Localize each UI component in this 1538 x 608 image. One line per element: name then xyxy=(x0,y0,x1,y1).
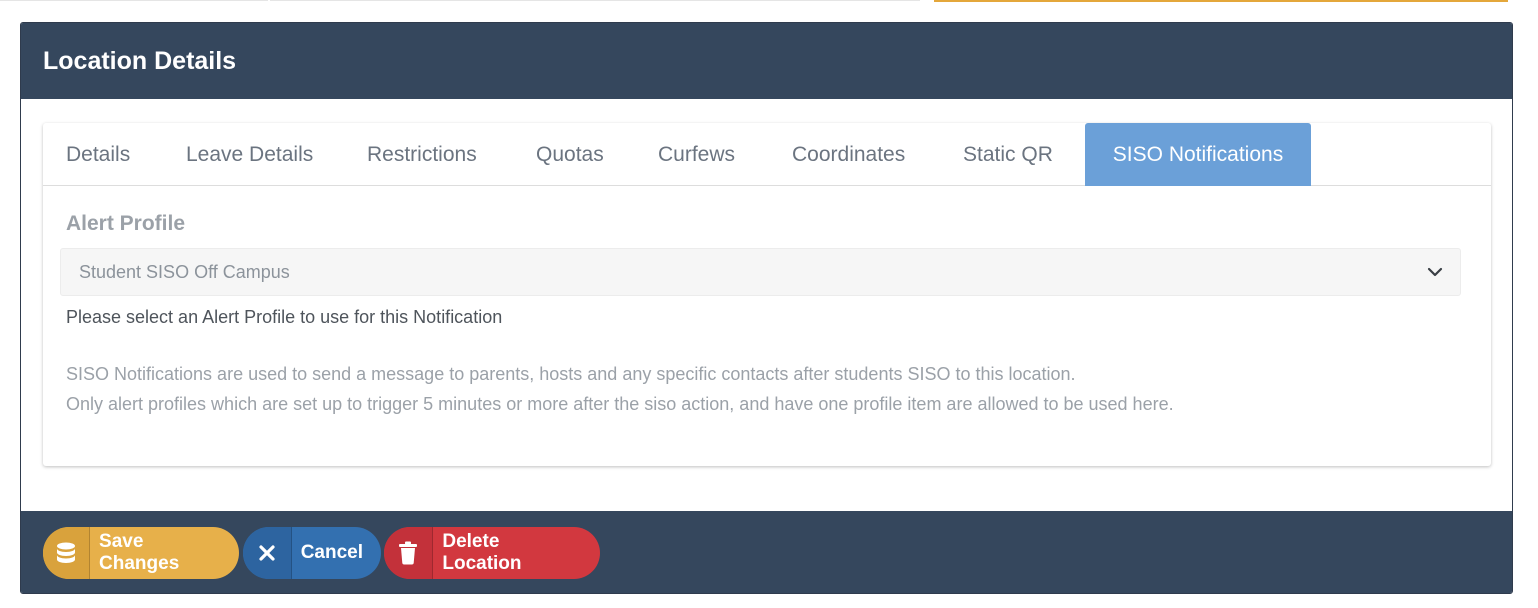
cancel-button[interactable]: Cancel xyxy=(243,527,381,579)
save-changes-label: Save Changes xyxy=(99,531,180,574)
top-strip xyxy=(0,0,1538,4)
alert-profile-value: Student SISO Off Campus xyxy=(79,261,290,282)
top-divider xyxy=(270,0,920,1)
tab-card: Details Leave Details Restrictions Quota… xyxy=(43,123,1491,466)
delete-location-label: Delete Location xyxy=(442,531,522,574)
info-text-line: SISO Notifications are used to send a me… xyxy=(66,364,1076,384)
info-text-line: Only alert profiles which are set up to … xyxy=(66,394,1174,414)
alert-profile-help-text: Please select an Alert Profile to use fo… xyxy=(66,307,503,327)
alert-profile-label: Alert Profile xyxy=(66,212,186,235)
delete-location-button[interactable]: Delete Location xyxy=(384,527,600,579)
tab-restrictions[interactable]: Restrictions xyxy=(367,123,477,186)
trash-icon xyxy=(384,527,434,579)
cancel-label: Cancel xyxy=(300,542,363,563)
page-title: Location Details xyxy=(43,46,237,75)
alert-profile-select[interactable]: Student SISO Off Campus xyxy=(60,248,1461,296)
database-icon xyxy=(43,527,91,579)
chevron-down-icon xyxy=(1427,267,1443,277)
top-divider xyxy=(0,0,268,1)
tab-quotas[interactable]: Quotas xyxy=(536,123,604,186)
save-changes-button[interactable]: Save Changes xyxy=(43,527,239,579)
tab-details[interactable]: Details xyxy=(66,123,130,186)
close-icon xyxy=(243,527,292,579)
tab-coordinates[interactable]: Coordinates xyxy=(792,123,905,186)
tab-siso-notifications[interactable]: SISO Notifications xyxy=(1085,123,1311,186)
tab-curfews[interactable]: Curfews xyxy=(658,123,735,186)
action-footer: Save Changes Cancel Delete Location xyxy=(21,511,1512,593)
tab-static-qr[interactable]: Static QR xyxy=(963,123,1053,186)
panel-header: Location Details xyxy=(21,23,1512,99)
location-details-panel: Location Details Details Leave Details R… xyxy=(20,22,1513,594)
tab-leave-details[interactable]: Leave Details xyxy=(186,123,313,186)
tab-bar: Details Leave Details Restrictions Quota… xyxy=(43,123,1491,186)
top-accent-line xyxy=(934,0,1508,2)
